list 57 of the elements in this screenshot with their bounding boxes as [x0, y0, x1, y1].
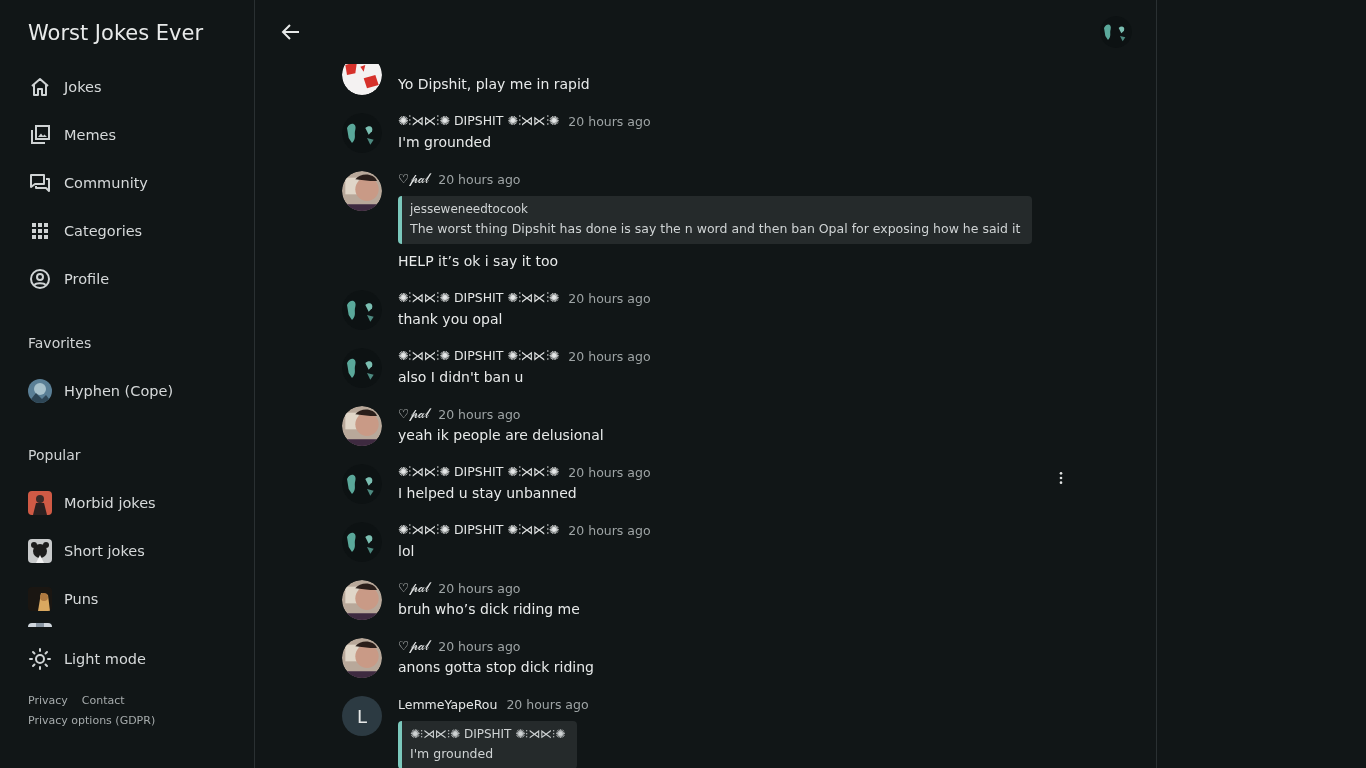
message-text: yeah ik people are delusional — [398, 426, 604, 445]
section-heading: Popular — [28, 446, 81, 465]
username[interactable]: ♡𝓅𝒶𝓁 — [398, 406, 430, 422]
profile-icon — [28, 267, 52, 291]
username[interactable]: ♡𝓅𝒶𝓁 — [398, 580, 430, 596]
message-text: also I didn't ban u — [398, 368, 525, 387]
username[interactable]: ✺⫶⋊⋉⫶✺ DIPSHIT ✺⫶⋊⋉⫶✺ — [398, 348, 560, 364]
timestamp: 20 hours ago — [438, 171, 521, 187]
section-heading: Favorites — [28, 334, 92, 353]
quoted-message[interactable]: jesseweneedtocook The worst thing Dipshit has done is say the n word and then ban Opal for exposing how he said it — [398, 196, 1033, 244]
community-link[interactable]: Short jokes — [28, 527, 145, 575]
message-text: bruh who’s dick riding me — [398, 600, 580, 619]
username[interactable]: ✺⫶⋊⋉⫶✺ DIPSHIT ✺⫶⋊⋉⫶✺ — [398, 464, 560, 480]
quoted-text: The worst thing Dipshit has done is say the n word and then ban Opal for exposing how he said it — [410, 220, 1021, 238]
username[interactable]: ✺⫶⋊⋉⫶✺ DIPSHIT ✺⫶⋊⋉⫶✺ — [398, 113, 560, 129]
message-text: I helped u stay unbanned — [398, 484, 578, 503]
timestamp: 20 hours ago — [568, 113, 651, 129]
message-text: anons gotta stop dick riding — [398, 658, 594, 677]
username[interactable]: ✺⫶⋊⋉⫶✺ DIPSHIT ✺⫶⋊⋉⫶✺ — [398, 290, 560, 306]
chat-icon — [28, 171, 52, 195]
theme-toggle[interactable]: Light mode — [28, 635, 146, 683]
quoted-message[interactable]: ✺⫶⋊⋉⫶✺ DIPSHIT ✺⫶⋊⋉⫶✺ I'm grounded — [398, 721, 578, 768]
community-link[interactable]: Puns — [28, 575, 99, 623]
username[interactable]: ♡𝓅𝒶𝓁 — [398, 171, 430, 187]
username[interactable]: LemmeYapeRou — [398, 696, 498, 712]
user-avatar: L — [342, 696, 382, 736]
nav-item[interactable]: Jokes — [28, 63, 102, 111]
message-text: lol — [398, 542, 416, 561]
quoted-username: jesseweneedtocook — [410, 201, 530, 218]
message-text: Yo Dipshit, play me in rapid — [398, 75, 590, 94]
nav-item[interactable]: Categories — [28, 207, 143, 255]
timestamp: 20 hours ago — [568, 348, 651, 364]
nav-item[interactable]: Community — [28, 159, 148, 207]
images-icon — [28, 123, 52, 147]
timestamp: 20 hours ago — [568, 464, 651, 480]
username[interactable]: ✺⫶⋊⋉⫶✺ DIPSHIT ✺⫶⋊⋉⫶✺ — [398, 522, 560, 538]
timestamp: 20 hours ago — [438, 580, 521, 596]
sun-icon — [28, 647, 52, 671]
timestamp: 20 hours ago — [506, 696, 589, 712]
footer-link[interactable]: Contact — [81, 693, 125, 709]
site-title: Worst Jokes Ever — [28, 20, 205, 47]
nav-item[interactable]: Profile — [28, 255, 110, 303]
nav-item[interactable]: Memes — [28, 111, 117, 159]
message-text: HELP it’s ok i say it too — [398, 252, 560, 271]
community-link[interactable]: Hyphen (Cope) — [28, 367, 174, 415]
quoted-text: I'm grounded — [410, 745, 495, 763]
timestamp: 20 hours ago — [438, 638, 521, 654]
timestamp: 20 hours ago — [438, 406, 521, 422]
timestamp: 20 hours ago — [568, 522, 651, 538]
message-text: I'm grounded — [398, 133, 493, 152]
footer-link[interactable]: Privacy options (GDPR) — [28, 713, 156, 729]
timestamp: 20 hours ago — [568, 290, 651, 306]
username[interactable]: ♡𝓅𝒶𝓁 — [398, 638, 430, 654]
footer-link[interactable]: Privacy — [28, 693, 68, 709]
community-link[interactable]: Morbid jokes — [28, 479, 156, 527]
message-text: thank you opal — [398, 310, 504, 329]
quoted-username: ✺⫶⋊⋉⫶✺ DIPSHIT ✺⫶⋊⋉⫶✺ — [410, 726, 566, 743]
